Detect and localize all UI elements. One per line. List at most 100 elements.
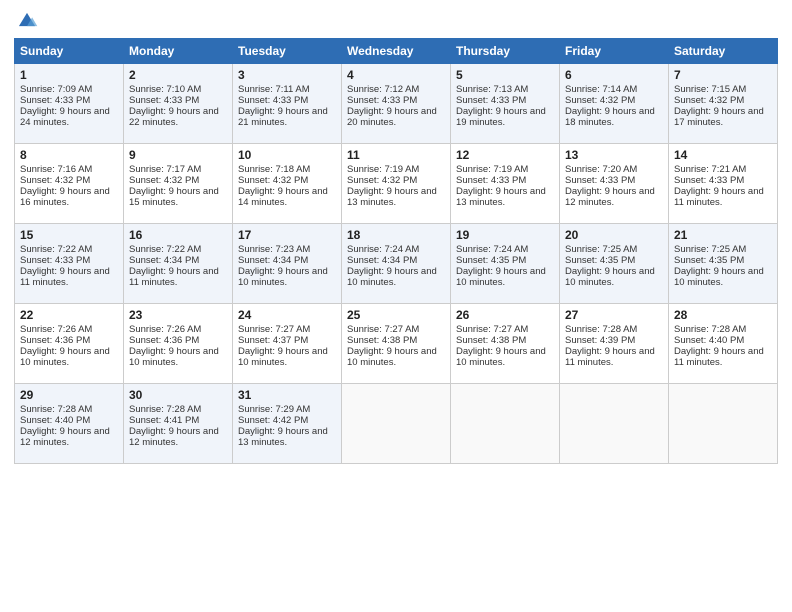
day-number: 20 [565, 228, 663, 242]
calendar-week-2: 8Sunrise: 7:16 AMSunset: 4:32 PMDaylight… [15, 144, 778, 224]
daylight-text: Daylight: 9 hours and 10 minutes. [238, 266, 328, 288]
calendar-cell-20: 20 Sunrise: 7:25 AMSunset: 4:35 PMDayligh… [560, 224, 669, 304]
calendar-cell-2: 2Sunrise: 7:10 AMSunset: 4:33 PMDaylight… [124, 64, 233, 144]
sunset-text: Sunset: 4:37 PM [238, 335, 308, 346]
sunrise-text: Sunrise: 7:14 AM [565, 84, 637, 95]
sunset-text: Sunset: 4:34 PM [238, 255, 308, 266]
calendar-cell-25: 25Sunrise: 7:27 AMSunset: 4:38 PMDayligh… [342, 304, 451, 384]
logo-icon [16, 10, 38, 32]
day-number: 21 [674, 228, 772, 242]
sunset-text: Sunset: 4:32 PM [129, 175, 199, 186]
calendar-cell-1: 1Sunrise: 7:09 AMSunset: 4:33 PMDaylight… [15, 64, 124, 144]
calendar-cell-4: 4Sunrise: 7:12 AMSunset: 4:33 PMDaylight… [342, 64, 451, 144]
sunset-text: Sunset: 4:34 PM [347, 255, 417, 266]
calendar-cell-9: 9Sunrise: 7:17 AMSunset: 4:32 PMDaylight… [124, 144, 233, 224]
day-number: 6 [565, 68, 663, 82]
sunrise-text: Sunrise: 7:10 AM [129, 84, 201, 95]
day-number: 1 [20, 68, 118, 82]
sunrise-text: Sunrise: 7:13 AM [456, 84, 528, 95]
sunset-text: Sunset: 4:33 PM [20, 255, 90, 266]
calendar-table: Sunday Monday Tuesday Wednesday Thursday… [14, 38, 778, 464]
daylight-text: Daylight: 9 hours and 10 minutes. [565, 266, 655, 288]
calendar-week-4: 22Sunrise: 7:26 AMSunset: 4:36 PMDayligh… [15, 304, 778, 384]
daylight-text: Daylight: 9 hours and 16 minutes. [20, 186, 110, 208]
page: Sunday Monday Tuesday Wednesday Thursday… [0, 0, 792, 612]
sunrise-text: Sunrise: 7:28 AM [565, 324, 637, 335]
sunset-text: Sunset: 4:40 PM [20, 415, 90, 426]
daylight-text: Daylight: 9 hours and 24 minutes. [20, 106, 110, 128]
daylight-text: Daylight: 9 hours and 10 minutes. [456, 266, 546, 288]
sunset-text: Sunset: 4:35 PM [456, 255, 526, 266]
calendar-cell-12: 12 Sunrise: 7:19 AMSunset: 4:33 PMDayligh… [451, 144, 560, 224]
sunset-text: Sunset: 4:39 PM [565, 335, 635, 346]
calendar-cell-7: 7Sunrise: 7:15 AMSunset: 4:32 PMDaylight… [669, 64, 778, 144]
day-number: 19 [456, 228, 554, 242]
sunset-text: Sunset: 4:42 PM [238, 415, 308, 426]
daylight-text: Daylight: 9 hours and 12 minutes. [565, 186, 655, 208]
calendar-cell-8: 8Sunrise: 7:16 AMSunset: 4:32 PMDaylight… [15, 144, 124, 224]
sunrise-text: Sunrise: 7:28 AM [674, 324, 746, 335]
day-number: 9 [129, 148, 227, 162]
col-saturday: Saturday [669, 39, 778, 64]
day-number: 24 [238, 308, 336, 322]
sunset-text: Sunset: 4:35 PM [565, 255, 635, 266]
sunrise-text: Sunrise: 7:22 AM [129, 244, 201, 255]
calendar-week-5: 29Sunrise: 7:28 AMSunset: 4:40 PMDayligh… [15, 384, 778, 464]
sunrise-text: Sunrise: 7:19 AM [456, 164, 528, 175]
daylight-text: Daylight: 9 hours and 11 minutes. [20, 266, 110, 288]
sunrise-text: Sunrise: 7:26 AM [20, 324, 92, 335]
logo-area [14, 10, 38, 32]
day-number: 30 [129, 388, 227, 402]
daylight-text: Daylight: 9 hours and 10 minutes. [238, 346, 328, 368]
sunrise-text: Sunrise: 7:26 AM [129, 324, 201, 335]
header [14, 10, 778, 32]
calendar-week-1: 1Sunrise: 7:09 AMSunset: 4:33 PMDaylight… [15, 64, 778, 144]
calendar-cell-24: 24 Sunrise: 7:27 AMSunset: 4:37 PMDayligh… [233, 304, 342, 384]
calendar-week-3: 15Sunrise: 7:22 AMSunset: 4:33 PMDayligh… [15, 224, 778, 304]
col-wednesday: Wednesday [342, 39, 451, 64]
daylight-text: Daylight: 9 hours and 13 minutes. [347, 186, 437, 208]
col-thursday: Thursday [451, 39, 560, 64]
day-number: 5 [456, 68, 554, 82]
sunset-text: Sunset: 4:36 PM [20, 335, 90, 346]
sunrise-text: Sunrise: 7:24 AM [347, 244, 419, 255]
daylight-text: Daylight: 9 hours and 10 minutes. [347, 346, 437, 368]
sunset-text: Sunset: 4:38 PM [347, 335, 417, 346]
daylight-text: Daylight: 9 hours and 14 minutes. [238, 186, 328, 208]
sunset-text: Sunset: 4:33 PM [456, 175, 526, 186]
day-number: 28 [674, 308, 772, 322]
sunset-text: Sunset: 4:33 PM [20, 95, 90, 106]
daylight-text: Daylight: 9 hours and 12 minutes. [129, 426, 219, 448]
daylight-text: Daylight: 9 hours and 13 minutes. [456, 186, 546, 208]
calendar-cell-14: 14Sunrise: 7:21 AMSunset: 4:33 PMDayligh… [669, 144, 778, 224]
day-number: 4 [347, 68, 445, 82]
calendar-header-row: Sunday Monday Tuesday Wednesday Thursday… [15, 39, 778, 64]
sunrise-text: Sunrise: 7:27 AM [238, 324, 310, 335]
col-tuesday: Tuesday [233, 39, 342, 64]
day-number: 11 [347, 148, 445, 162]
calendar-cell-3: 3Sunrise: 7:11 AMSunset: 4:33 PMDaylight… [233, 64, 342, 144]
day-number: 23 [129, 308, 227, 322]
sunset-text: Sunset: 4:41 PM [129, 415, 199, 426]
calendar-cell-22: 22Sunrise: 7:26 AMSunset: 4:36 PMDayligh… [15, 304, 124, 384]
calendar-cell-27: 27Sunrise: 7:28 AMSunset: 4:39 PMDayligh… [560, 304, 669, 384]
day-number: 2 [129, 68, 227, 82]
sunset-text: Sunset: 4:33 PM [347, 95, 417, 106]
calendar-cell-30: 30Sunrise: 7:28 AMSunset: 4:41 PMDayligh… [124, 384, 233, 464]
day-number: 12 [456, 148, 554, 162]
sunrise-text: Sunrise: 7:16 AM [20, 164, 92, 175]
sunset-text: Sunset: 4:32 PM [347, 175, 417, 186]
daylight-text: Daylight: 9 hours and 10 minutes. [129, 346, 219, 368]
calendar-cell-13: 13Sunrise: 7:20 AMSunset: 4:33 PMDayligh… [560, 144, 669, 224]
day-number: 10 [238, 148, 336, 162]
calendar-cell-6: 6Sunrise: 7:14 AMSunset: 4:32 PMDaylight… [560, 64, 669, 144]
sunrise-text: Sunrise: 7:25 AM [565, 244, 637, 255]
calendar-cell-5: 5Sunrise: 7:13 AMSunset: 4:33 PMDaylight… [451, 64, 560, 144]
calendar-cell-21: 21Sunrise: 7:25 AMSunset: 4:35 PMDayligh… [669, 224, 778, 304]
sunrise-text: Sunrise: 7:21 AM [674, 164, 746, 175]
sunrise-text: Sunrise: 7:11 AM [238, 84, 310, 95]
calendar-cell-31: 31Sunrise: 7:29 AMSunset: 4:42 PMDayligh… [233, 384, 342, 464]
day-number: 16 [129, 228, 227, 242]
sunset-text: Sunset: 4:35 PM [674, 255, 744, 266]
calendar-cell-15: 15Sunrise: 7:22 AMSunset: 4:33 PMDayligh… [15, 224, 124, 304]
